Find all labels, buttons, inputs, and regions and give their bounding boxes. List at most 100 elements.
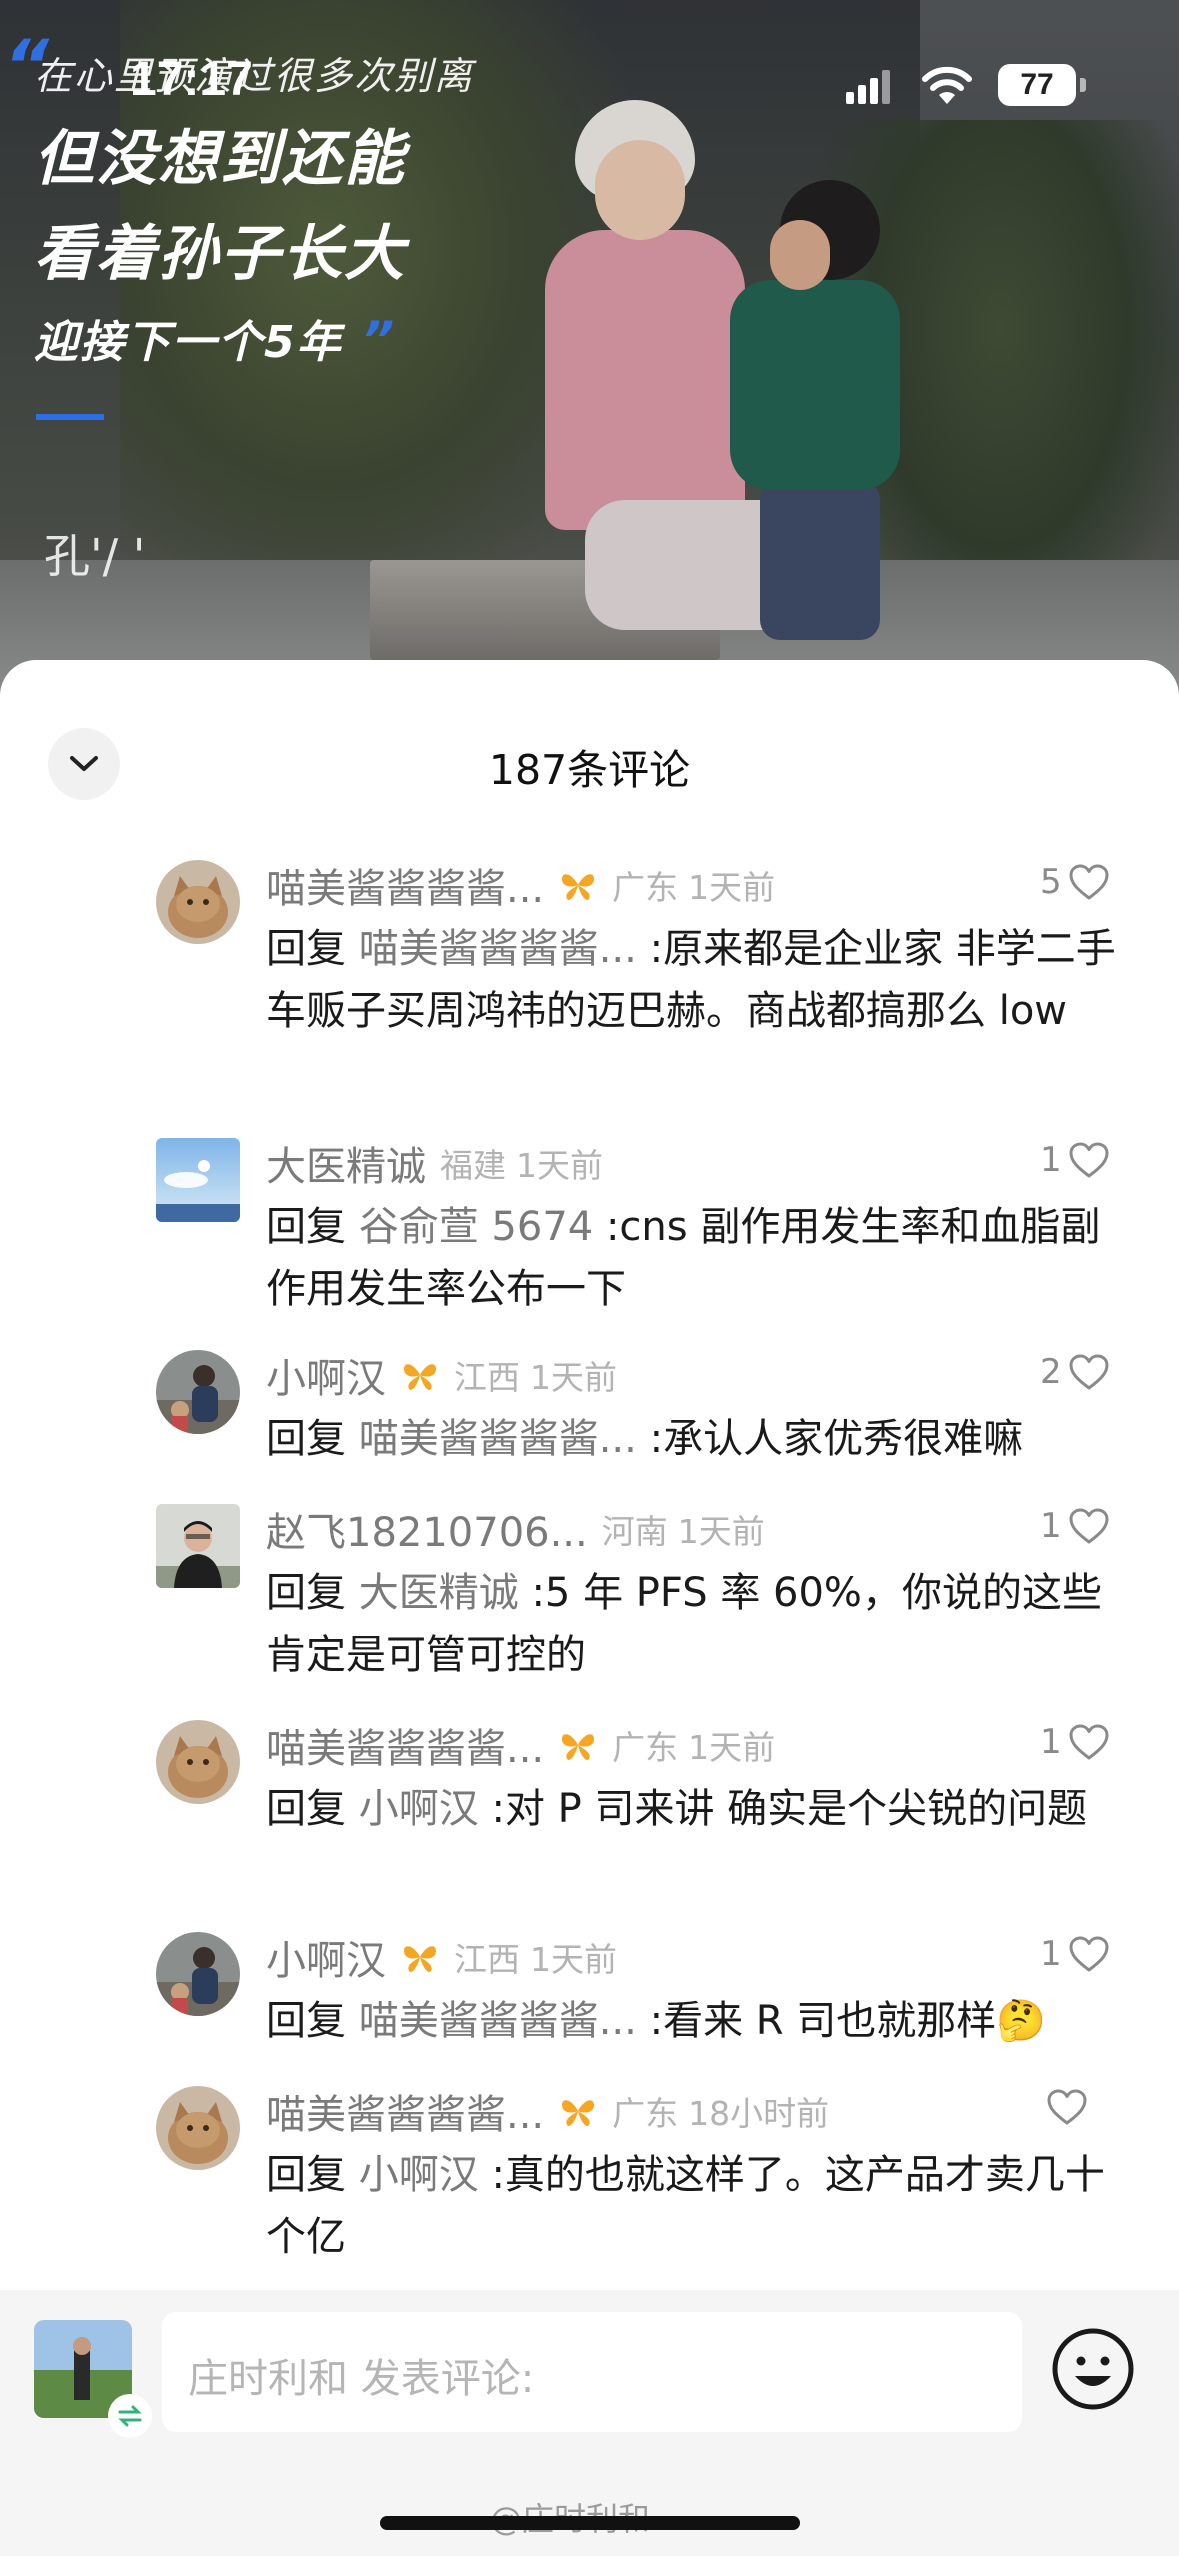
comment-region: 江西 bbox=[454, 1940, 520, 1979]
comment-time: 1天前 bbox=[530, 1940, 617, 1979]
comment-time: 18小时前 bbox=[688, 2094, 830, 2133]
reply-target-name[interactable]: 谷俞萱 5674 bbox=[359, 1204, 594, 1250]
reply-label: 回复 bbox=[266, 1416, 346, 1462]
comment-content: :看来 R 司也就那样🤔 bbox=[649, 1998, 1047, 2044]
reply-target-name[interactable]: 小啊汉 bbox=[359, 2152, 479, 2198]
like-count: 1 bbox=[1040, 1140, 1062, 1180]
comment-header: 喵美酱酱酱酱... 广东 18小时前 bbox=[266, 2086, 830, 2138]
battery-icon: 77 bbox=[998, 64, 1076, 106]
caption-line-3: 看着孙子长大 bbox=[34, 219, 406, 289]
commenter-avatar[interactable] bbox=[156, 2086, 240, 2170]
battery-level: 77 bbox=[1020, 68, 1054, 101]
like-count: 1 bbox=[1040, 1506, 1062, 1546]
like-button[interactable] bbox=[1040, 2088, 1088, 2126]
reply-target-name[interactable]: 喵美酱酱酱酱... bbox=[359, 1416, 637, 1462]
home-indicator[interactable] bbox=[380, 2516, 800, 2530]
comment-region: 河南 bbox=[601, 1512, 668, 1551]
status-bar: 17:17 77 bbox=[0, 0, 1179, 140]
comment-item[interactable]: 大医精诚 福建 1天前 1 回复 谷俞萱 5674 :cns 副作用发生率和血脂副作用发… bbox=[0, 1138, 1179, 1378]
battery-tip bbox=[1080, 78, 1086, 92]
comment-header: 小啊汉 江西 1天前 bbox=[266, 1350, 617, 1402]
commenter-avatar[interactable] bbox=[156, 1350, 240, 1434]
like-heart-icon bbox=[1069, 1142, 1109, 1178]
commenter-avatar[interactable] bbox=[156, 1932, 240, 2016]
comment-input[interactable]: 庄时利和 发表评论: bbox=[162, 2312, 1022, 2432]
reply-label: 回复 bbox=[266, 1204, 346, 1250]
comment-item[interactable]: 喵美酱酱酱酱... 广东 1天前 1 回复 小啊汉 :对 P 司来讲 确实是个尖锐的问题 bbox=[0, 1720, 1179, 1960]
commenter-avatar[interactable] bbox=[156, 1504, 240, 1588]
comment-region: 广东 bbox=[612, 2094, 679, 2133]
reply-label: 回复 bbox=[266, 1786, 346, 1832]
comments-count-title: 187条评论 bbox=[488, 746, 691, 794]
comment-text: 回复 喵美酱酱酱酱... :承认人家优秀很难嘛 bbox=[266, 1408, 1136, 1470]
comment-region: 广东 bbox=[612, 1728, 679, 1767]
commenter-name[interactable]: 赵飞18210706... bbox=[266, 1500, 588, 1558]
comments-header: 187条评论 bbox=[0, 660, 1179, 860]
vip-badge-icon bbox=[404, 1946, 436, 1972]
like-heart-icon bbox=[1047, 2089, 1087, 2125]
comment-list[interactable]: 喵美酱酱酱酱... 广东 1天前 5 回复 喵美酱酱酱酱... :原来都是企业家 非学二… bbox=[0, 860, 1179, 2290]
commenter-avatar[interactable] bbox=[156, 1720, 240, 1804]
like-heart-icon bbox=[1069, 1936, 1109, 1972]
like-heart-icon bbox=[1069, 1508, 1109, 1544]
comment-text: 回复 喵美酱酱酱酱... :看来 R 司也就那样🤔 bbox=[266, 1990, 1136, 2052]
wifi-icon bbox=[922, 66, 972, 104]
reply-label: 回复 bbox=[266, 2152, 346, 2198]
like-count: 2 bbox=[1040, 1352, 1062, 1392]
vip-badge-icon bbox=[562, 874, 595, 900]
video-subtitle: 孔'/ ' bbox=[44, 529, 146, 583]
cellular-signal-icon bbox=[846, 70, 890, 104]
reply-label: 回复 bbox=[266, 1570, 346, 1616]
vip-badge-icon bbox=[404, 1364, 436, 1390]
comment-text: 回复 谷俞萱 5674 :cns 副作用发生率和血脂副作用发生率公布一下 bbox=[266, 1196, 1136, 1320]
comment-content: :承认人家优秀很难嘛 bbox=[649, 1416, 1024, 1462]
comment-header: 喵美酱酱酱酱... 广东 1天前 bbox=[266, 1720, 775, 1772]
like-button[interactable]: 2 bbox=[1040, 1352, 1110, 1392]
commenter-name[interactable]: 喵美酱酱酱酱... bbox=[266, 1716, 544, 1774]
comment-item[interactable]: 赵飞18210706... 河南 1天前 1 回复 大医精诚 :5 年 PFS 率 60… bbox=[0, 1504, 1179, 1744]
child-figure bbox=[700, 180, 900, 640]
commenter-avatar[interactable] bbox=[156, 860, 240, 944]
commenter-name[interactable]: 小啊汉 bbox=[266, 1346, 386, 1404]
reply-target-name[interactable]: 喵美酱酱酱酱... bbox=[359, 1998, 637, 2044]
reply-target-name[interactable]: 喵美酱酱酱酱... bbox=[359, 926, 637, 972]
like-heart-icon bbox=[1069, 1724, 1109, 1760]
comment-input-placeholder: 庄时利和 发表评论: bbox=[188, 2356, 535, 2402]
like-button[interactable]: 5 bbox=[1040, 862, 1110, 902]
comment-region: 江西 bbox=[454, 1358, 520, 1397]
like-button[interactable]: 1 bbox=[1040, 1934, 1110, 1974]
like-button[interactable]: 1 bbox=[1040, 1140, 1110, 1180]
comment-content: :对 P 司来讲 确实是个尖锐的问题 bbox=[491, 1786, 1088, 1832]
comment-item[interactable]: 喵美酱酱酱酱... 广东 18小时前回复 小啊汉 :真的也就这样了。这产品才卖几十个… bbox=[0, 2086, 1179, 2290]
commenter-name[interactable]: 大医精诚 bbox=[266, 1134, 426, 1192]
comment-item[interactable]: 喵美酱酱酱酱... 广东 1天前 5 回复 喵美酱酱酱酱... :原来都是企业家 非学二… bbox=[0, 860, 1179, 1100]
comments-sheet: 187条评论 喵美酱酱酱酱... 广东 1天前 5 回复 喵美酱酱酱酱... :原来都是… bbox=[0, 660, 1179, 2556]
like-heart-icon bbox=[1069, 864, 1109, 900]
comment-header: 赵飞18210706... 河南 1天前 bbox=[266, 1504, 765, 1556]
commenter-name[interactable]: 小啊汉 bbox=[266, 1928, 386, 1986]
like-button[interactable]: 1 bbox=[1040, 1506, 1110, 1546]
caption-line-4: 迎接下一个5年 ” bbox=[34, 306, 474, 370]
reply-label: 回复 bbox=[266, 1998, 346, 2044]
commenter-name[interactable]: 喵美酱酱酱酱... bbox=[266, 860, 544, 914]
like-count: 5 bbox=[1040, 862, 1062, 902]
comment-time: 1天前 bbox=[530, 1358, 617, 1397]
comment-header: 大医精诚 福建 1天前 bbox=[266, 1138, 603, 1190]
status-time: 17:17 bbox=[130, 53, 253, 106]
comment-text: 回复 小啊汉 :真的也就这样了。这产品才卖几十个亿 bbox=[266, 2144, 1136, 2268]
switch-account-icon[interactable] bbox=[108, 2394, 152, 2438]
emoji-icon[interactable] bbox=[1050, 2326, 1136, 2412]
reply-target-name[interactable]: 大医精诚 bbox=[359, 1570, 519, 1616]
like-count: 1 bbox=[1040, 1934, 1062, 1974]
commenter-name[interactable]: 喵美酱酱酱酱... bbox=[266, 2082, 544, 2140]
like-button[interactable]: 1 bbox=[1040, 1722, 1110, 1762]
caption-line-4-text: 迎接下一个5年 bbox=[34, 317, 343, 368]
comment-text: 回复 小啊汉 :对 P 司来讲 确实是个尖锐的问题 bbox=[266, 1778, 1136, 1840]
comment-time: 1天前 bbox=[677, 1512, 765, 1551]
reply-target-name[interactable]: 小啊汉 bbox=[359, 1786, 479, 1832]
comment-text: 回复 大医精诚 :5 年 PFS 率 60%，你说的这些肯定是可管可控的 bbox=[266, 1562, 1136, 1686]
commenter-avatar[interactable] bbox=[156, 1138, 240, 1222]
quote-close-icon: ” bbox=[342, 311, 397, 369]
comment-time: 1天前 bbox=[688, 868, 776, 907]
vip-badge-icon bbox=[562, 1734, 595, 1760]
